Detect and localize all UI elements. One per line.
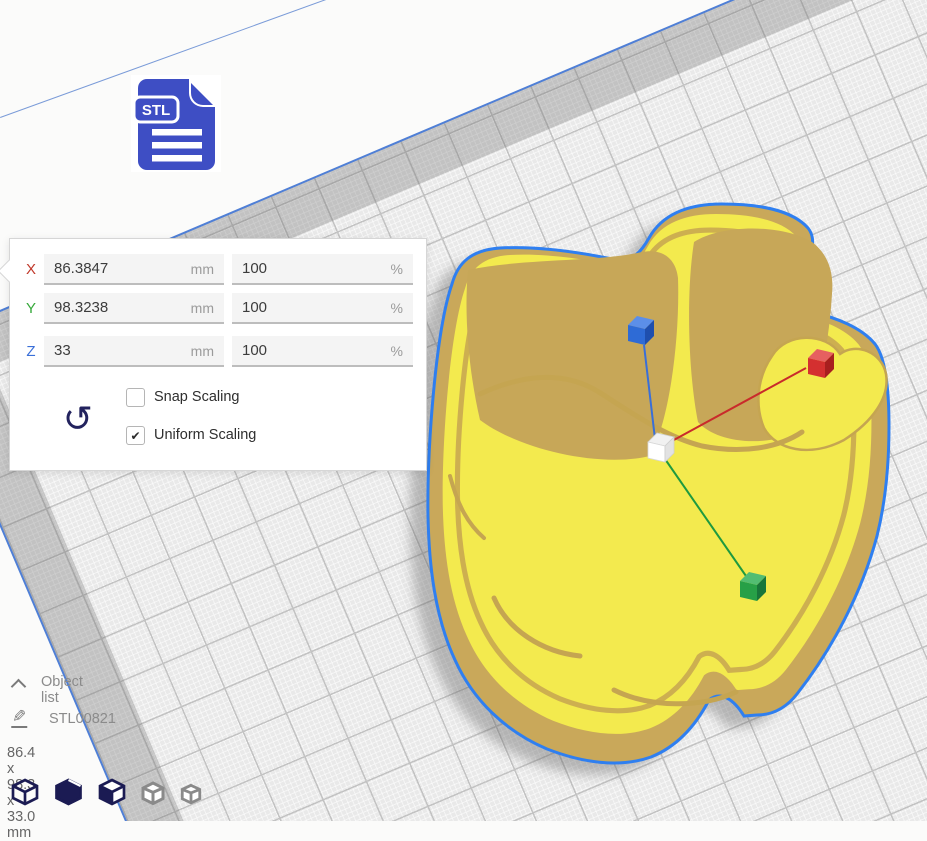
object-list-item[interactable]: STL00821 [49,711,116,727]
unit-label: % [391,300,403,316]
unit-label: % [391,343,403,359]
object-list-header[interactable]: Object list [41,674,83,706]
scale-z-percent-field[interactable]: % [232,336,413,367]
scale-row-x: X mm % [10,254,426,285]
axis-z-label: Z [20,336,42,367]
stl-doc-line [152,155,202,162]
scale-z-mm-field[interactable]: mm [44,336,224,367]
uniform-scaling-label: Uniform Scaling [154,426,256,445]
reset-scale-icon[interactable]: ↺ [58,397,98,441]
view-left-side-icon[interactable] [138,778,168,808]
scale-x-percent-field[interactable]: % [232,254,413,285]
scale-tool-panel: X mm % Y mm % Z mm % ↺ Snap [9,238,427,471]
view-3d-icon[interactable] [8,776,42,808]
axis-x-label: X [20,254,42,285]
stl-doc-line [152,129,202,136]
camera-view-toolbar [8,776,205,808]
stl-file-icon[interactable]: STL [131,75,221,172]
unit-label: mm [191,261,214,277]
scale-row-z: Z mm % [10,336,426,367]
scale-z-percent-input[interactable] [242,342,385,359]
stl-doc-line [152,142,202,149]
scale-y-percent-input[interactable] [242,299,385,316]
snap-scaling-checkbox[interactable] [126,388,145,407]
view-top-icon[interactable] [95,776,129,808]
axis-y-label: Y [20,293,42,324]
view-right-side-icon[interactable] [177,779,205,808]
scale-x-mm-field[interactable]: mm [44,254,224,285]
scale-z-mm-input[interactable] [54,342,185,359]
rename-pencil-icon[interactable]: ✎ [11,707,27,728]
model-stl00821[interactable] [428,204,889,763]
scale-y-mm-input[interactable] [54,299,185,316]
scale-x-mm-input[interactable] [54,260,185,277]
model-cavity-left [467,251,679,460]
unit-label: mm [191,343,214,359]
unit-label: mm [191,300,214,316]
unit-label: % [391,261,403,277]
snap-scaling-label: Snap Scaling [154,388,239,407]
view-front-icon[interactable] [51,776,86,808]
scale-y-mm-field[interactable]: mm [44,293,224,324]
stl-badge-text: STL [142,102,170,119]
scale-row-y: Y mm % [10,293,426,324]
uniform-scaling-checkbox[interactable]: ✔ [126,426,145,445]
scale-y-percent-field[interactable]: % [232,293,413,324]
checkmark-icon: ✔ [130,429,140,443]
scale-x-percent-input[interactable] [242,260,385,277]
